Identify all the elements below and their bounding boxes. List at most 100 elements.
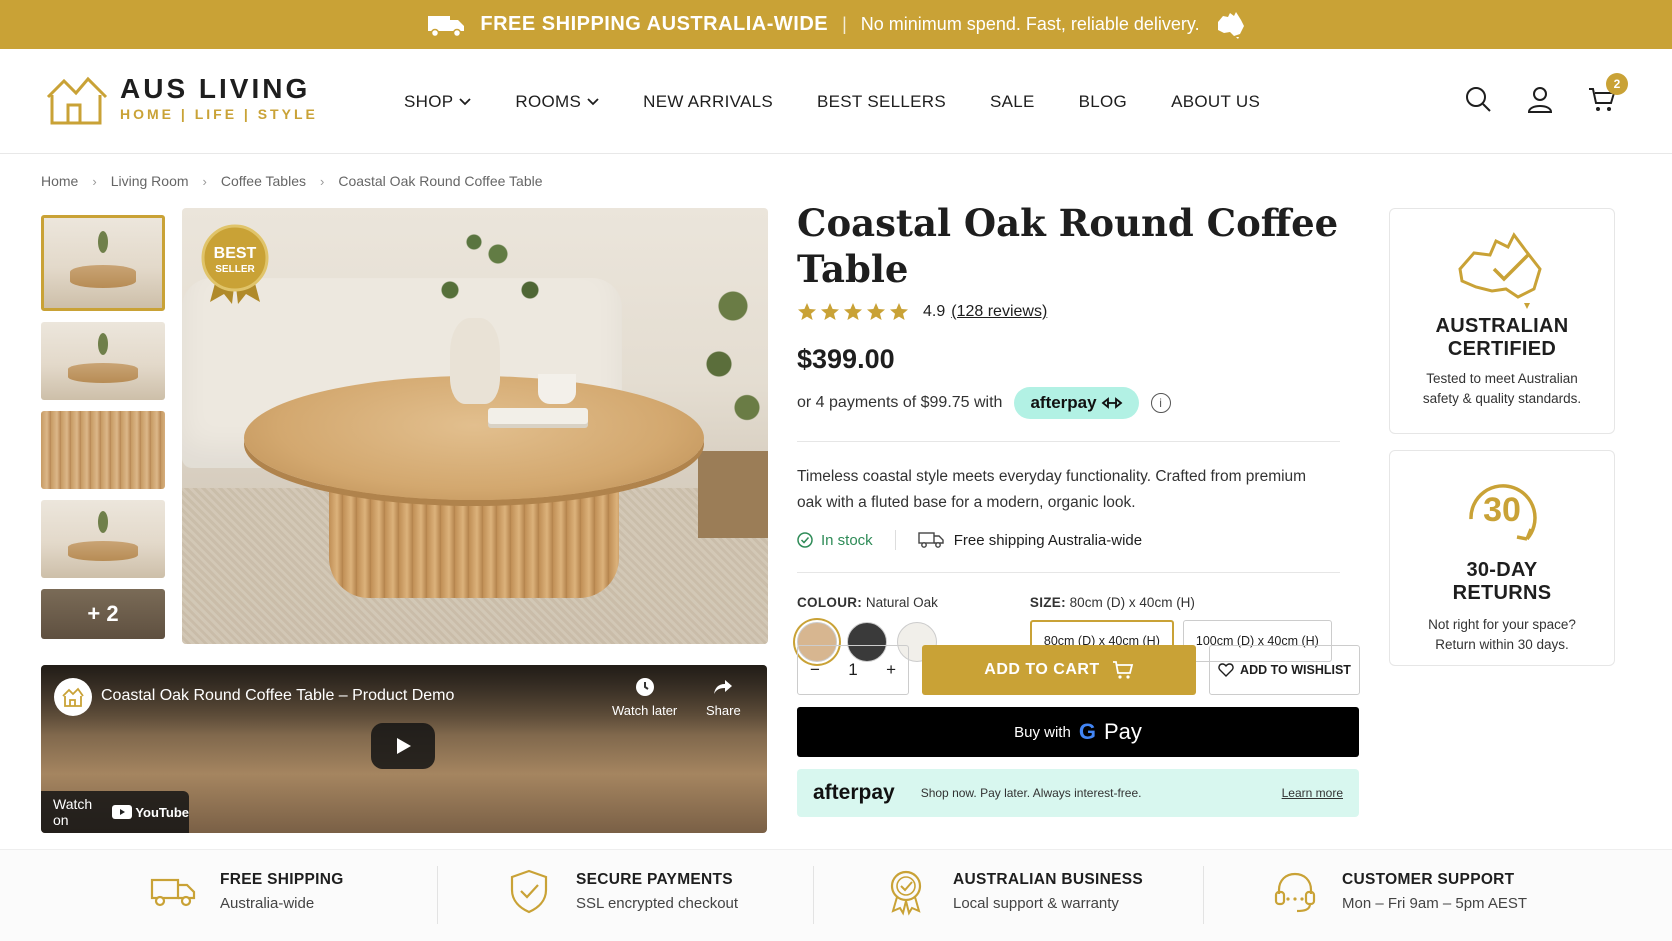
- search-icon[interactable]: [1464, 85, 1492, 113]
- chevron-down-icon: [587, 97, 599, 105]
- thumbnail-4[interactable]: [41, 500, 165, 578]
- quantity-value[interactable]: 1: [848, 660, 857, 680]
- product-price: $399.00: [797, 344, 895, 374]
- stock-label: In stock: [821, 531, 873, 549]
- minus-icon[interactable]: −: [810, 660, 820, 680]
- wishlist-label: ADD TO WISHLIST: [1240, 663, 1351, 677]
- breadcrumb-current: Coastal Oak Round Coffee Table: [338, 173, 543, 189]
- feature-free-shipping: FREE SHIPPING Australia-wide: [148, 866, 344, 916]
- shield-icon: [510, 869, 548, 914]
- chevron-right-icon: ›: [202, 173, 207, 189]
- thumbnail-1[interactable]: [41, 215, 165, 311]
- nav-blog[interactable]: BLOG: [1079, 92, 1127, 112]
- returns-sub-line2: Return within 30 days.: [1435, 637, 1569, 652]
- play-button[interactable]: [371, 723, 435, 769]
- learn-more-link[interactable]: Learn more: [1282, 786, 1343, 800]
- play-icon: [397, 738, 411, 754]
- stock-status: In stock: [797, 532, 873, 549]
- nav-about-us[interactable]: ABOUT US: [1171, 92, 1260, 112]
- truck-icon: [150, 878, 196, 907]
- feature-sub: SSL encrypted checkout: [576, 894, 739, 912]
- rating-value: 4.9: [923, 303, 946, 320]
- australia-check-icon: [1458, 232, 1542, 309]
- afterpay-banner-text: Shop now. Pay later. Always interest-fre…: [920, 786, 1142, 800]
- video-title[interactable]: Coastal Oak Round Coffee Table – Product…: [101, 687, 454, 705]
- nav-new-arrivals[interactable]: NEW ARRIVALS: [643, 92, 773, 112]
- returns-sub-line1: Not right for your space?: [1428, 617, 1576, 632]
- add-to-wishlist-button[interactable]: ADD TO WISHLIST: [1209, 645, 1360, 695]
- promo-headline: FREE SHIPPING AUSTRALIA-WIDE: [480, 13, 829, 35]
- product-rating: 4.9 (128 reviews): [797, 302, 1359, 322]
- clock-icon: [635, 678, 654, 696]
- nav-shop-label: SHOP: [404, 91, 454, 111]
- afterpay-banner: afterpay Shop now. Pay later. Always int…: [797, 769, 1359, 817]
- star-icon: [844, 303, 862, 320]
- thumbnail-3[interactable]: [41, 411, 165, 489]
- add-to-cart-button[interactable]: ADD TO CART: [922, 645, 1196, 695]
- nav-shop[interactable]: SHOP: [404, 91, 472, 112]
- breadcrumb-living-room[interactable]: Living Room: [111, 173, 189, 189]
- certified-title-line1: AUSTRALIAN: [1435, 315, 1569, 337]
- thumbnail-2[interactable]: [41, 322, 165, 400]
- logo[interactable]: AUS LIVING HOME | LIFE | STYLE: [44, 71, 318, 127]
- badge-line1: BEST: [214, 245, 257, 262]
- divider: [1203, 866, 1204, 924]
- nav-rooms-label: ROOMS: [515, 91, 582, 111]
- quantity-stepper[interactable]: − 1 +: [797, 645, 909, 695]
- size-value: 80cm (D) x 40cm (H): [1069, 595, 1195, 610]
- feature-title: FREE SHIPPING: [220, 870, 344, 888]
- more-images-label: + 2: [87, 601, 119, 626]
- trust-card-returns: 30 30-DAY RETURNS Not right for your spa…: [1389, 450, 1615, 666]
- nav-best-sellers[interactable]: BEST SELLERS: [817, 92, 946, 112]
- feature-title: CUSTOMER SUPPORT: [1342, 870, 1515, 888]
- award-icon: [890, 870, 922, 916]
- main-product-image[interactable]: BEST SELLER: [182, 208, 768, 644]
- google-pay-button[interactable]: Buy with G Pay: [797, 707, 1359, 757]
- plus-icon[interactable]: +: [886, 660, 896, 680]
- watch-on-label: Watch on: [53, 796, 93, 828]
- main-nav: SHOP ROOMS NEW ARRIVALS BEST SELLERS SAL…: [404, 49, 1304, 154]
- afterpay-badge[interactable]: afterpay: [1014, 387, 1139, 419]
- nav-rooms[interactable]: ROOMS: [515, 92, 599, 112]
- logo-name: AUS LIVING: [120, 73, 311, 104]
- divider: [894, 530, 896, 550]
- house-logo-icon: [46, 76, 108, 125]
- purchase-actions: − 1 + ADD TO CART ADD TO WISHLIST: [797, 645, 1360, 695]
- colour-value: Natural Oak: [865, 595, 938, 610]
- check-circle-icon: [797, 532, 813, 548]
- youtube-icon: [112, 805, 133, 819]
- returns-icon: 30: [1457, 469, 1547, 559]
- chevron-right-icon: ›: [92, 173, 97, 189]
- share-button[interactable]: Share: [706, 677, 741, 718]
- chevron-down-icon: [459, 97, 472, 105]
- feature-sub: Local support & warranty: [953, 894, 1119, 912]
- feature-bar: FREE SHIPPING Australia-wide SECURE PAYM…: [0, 849, 1672, 941]
- trust-card-certified: AUSTRALIAN CERTIFIED Tested to meet Aust…: [1389, 208, 1615, 434]
- stock-shipping-line: In stock Free shipping Australia-wide: [797, 530, 1359, 550]
- truck-icon: [428, 15, 465, 37]
- info-icon[interactable]: i: [1150, 393, 1171, 413]
- account-icon[interactable]: [1526, 85, 1554, 113]
- thumbnail-more[interactable]: + 2: [41, 589, 165, 639]
- feature-sub: Mon – Fri 9am – 5pm AEST: [1342, 894, 1528, 912]
- reviews-link[interactable]: (128 reviews): [951, 303, 1047, 321]
- cart-button[interactable]: 2: [1588, 73, 1628, 113]
- star-icon: [821, 303, 839, 320]
- watch-on-youtube[interactable]: Watch on YouTube: [41, 791, 189, 833]
- headset-icon: [1274, 872, 1316, 913]
- cart-icon: [1112, 661, 1133, 679]
- divider: [813, 866, 814, 924]
- add-to-cart-label: ADD TO CART: [984, 661, 1100, 678]
- cart-count-badge: 2: [1606, 73, 1628, 95]
- watch-later-button[interactable]: Watch later: [612, 677, 677, 718]
- breadcrumb: Home › Living Room › Coffee Tables › Coa…: [41, 173, 543, 189]
- star-icon: [798, 303, 816, 320]
- channel-logo[interactable]: [54, 678, 92, 716]
- feature-sub: Australia-wide: [220, 894, 315, 912]
- product-video[interactable]: Coastal Oak Round Coffee Table – Product…: [41, 665, 767, 833]
- breadcrumb-coffee-tables[interactable]: Coffee Tables: [221, 173, 306, 189]
- breadcrumb-home[interactable]: Home: [41, 173, 78, 189]
- truck-icon: [917, 532, 944, 548]
- divider: [797, 441, 1340, 442]
- nav-sale[interactable]: SALE: [990, 92, 1035, 112]
